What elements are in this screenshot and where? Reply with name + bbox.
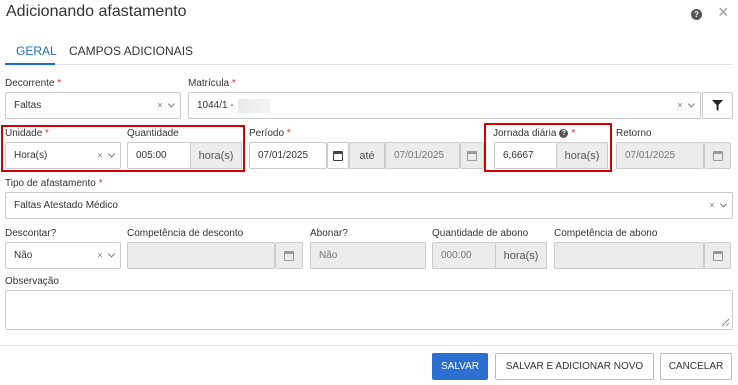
periodo-label: Período * bbox=[249, 128, 291, 139]
periodo-separator: até bbox=[349, 142, 385, 169]
clear-icon[interactable]: × bbox=[677, 100, 683, 111]
active-tab-indicator bbox=[5, 63, 55, 65]
quantidade-abono-input: 000:00 bbox=[432, 242, 495, 269]
save-button[interactable]: SALVAR bbox=[432, 353, 488, 380]
matricula-select[interactable]: 1044/1 - × bbox=[188, 92, 701, 119]
competencia-abono-input bbox=[554, 242, 704, 269]
calendar-icon bbox=[712, 250, 723, 261]
retorno-calendar-button bbox=[704, 142, 731, 169]
quantidade-unit: hora(s) bbox=[190, 142, 242, 169]
decorrente-label: Decorrente * bbox=[5, 78, 62, 89]
tab-geral[interactable]: GERAL bbox=[16, 44, 57, 58]
calendar-icon bbox=[467, 150, 477, 161]
quantidade-abono-label: Quantidade de abono bbox=[432, 228, 529, 239]
competencia-abono-label: Competência de abono bbox=[554, 228, 658, 239]
clear-icon[interactable]: × bbox=[97, 250, 103, 261]
redacted-text bbox=[237, 98, 270, 113]
observacao-label: Observação bbox=[5, 276, 59, 287]
chevron-down-icon[interactable] bbox=[719, 200, 728, 208]
chevron-down-icon[interactable] bbox=[687, 100, 696, 108]
chevron-down-icon[interactable] bbox=[167, 100, 176, 108]
resize-handle-icon[interactable] bbox=[721, 318, 730, 327]
competencia-desconto-input bbox=[127, 242, 275, 269]
observacao-textarea[interactable] bbox=[5, 290, 733, 330]
clear-icon[interactable]: × bbox=[709, 200, 715, 211]
clear-icon[interactable]: × bbox=[157, 100, 163, 111]
tipo-label: Tipo de afastamento * bbox=[5, 178, 103, 189]
retorno-label: Retorno bbox=[616, 128, 652, 139]
abonar-select: Não bbox=[310, 242, 426, 269]
unidade-label: Unidade * bbox=[5, 128, 49, 139]
close-icon[interactable]: × bbox=[718, 2, 729, 23]
dialog-title: Adicionando afastamento bbox=[6, 3, 187, 20]
competencia-abono-calendar-button bbox=[704, 242, 731, 269]
footer-divider bbox=[0, 345, 738, 346]
periodo-start-input[interactable]: 07/01/2025 bbox=[249, 142, 327, 169]
chevron-down-icon[interactable] bbox=[107, 250, 116, 258]
tab-divider bbox=[5, 64, 733, 65]
calendar-icon bbox=[333, 150, 343, 161]
jornada-label: Jornada diária ? * bbox=[493, 128, 576, 139]
save-and-add-new-button[interactable]: SALVAR E ADICIONAR NOVO bbox=[495, 353, 654, 380]
help-icon[interactable]: ? bbox=[559, 129, 569, 138]
cancel-button[interactable]: CANCELAR bbox=[660, 353, 732, 380]
unidade-select[interactable]: Hora(s) × bbox=[5, 142, 121, 169]
abonar-label: Abonar? bbox=[310, 228, 348, 239]
jornada-input[interactable]: 6,6667 bbox=[494, 142, 556, 169]
competencia-desconto-label: Competência de desconto bbox=[127, 228, 244, 239]
retorno-input: 07/01/2025 bbox=[616, 142, 704, 169]
clear-icon[interactable]: × bbox=[97, 150, 103, 161]
descontar-label: Descontar? bbox=[5, 228, 57, 239]
filter-icon bbox=[712, 100, 723, 111]
chevron-down-icon[interactable] bbox=[107, 150, 116, 158]
quantidade-input[interactable]: 005:00 bbox=[127, 142, 190, 169]
matricula-label: Matrícula * bbox=[188, 78, 236, 89]
calendar-icon bbox=[284, 250, 294, 261]
competencia-desconto-calendar-button bbox=[275, 242, 303, 269]
periodo-start-calendar-button[interactable] bbox=[327, 142, 349, 169]
help-icon[interactable]: ? bbox=[691, 9, 702, 20]
tipo-select[interactable]: Faltas Atestado Médico × bbox=[5, 192, 733, 219]
periodo-end-input: 07/01/2025 bbox=[385, 142, 460, 169]
decorrente-select[interactable]: Faltas × bbox=[5, 92, 181, 119]
quantidade-label: Quantidade bbox=[127, 128, 179, 139]
periodo-end-calendar-button bbox=[460, 142, 484, 169]
calendar-icon bbox=[712, 150, 723, 161]
quantidade-abono-unit: hora(s) bbox=[495, 242, 547, 269]
filter-button[interactable] bbox=[702, 92, 733, 119]
descontar-select[interactable]: Não × bbox=[5, 242, 121, 269]
jornada-unit: hora(s) bbox=[556, 142, 608, 169]
tab-campos-adicionais[interactable]: CAMPOS ADICIONAIS bbox=[69, 44, 193, 58]
